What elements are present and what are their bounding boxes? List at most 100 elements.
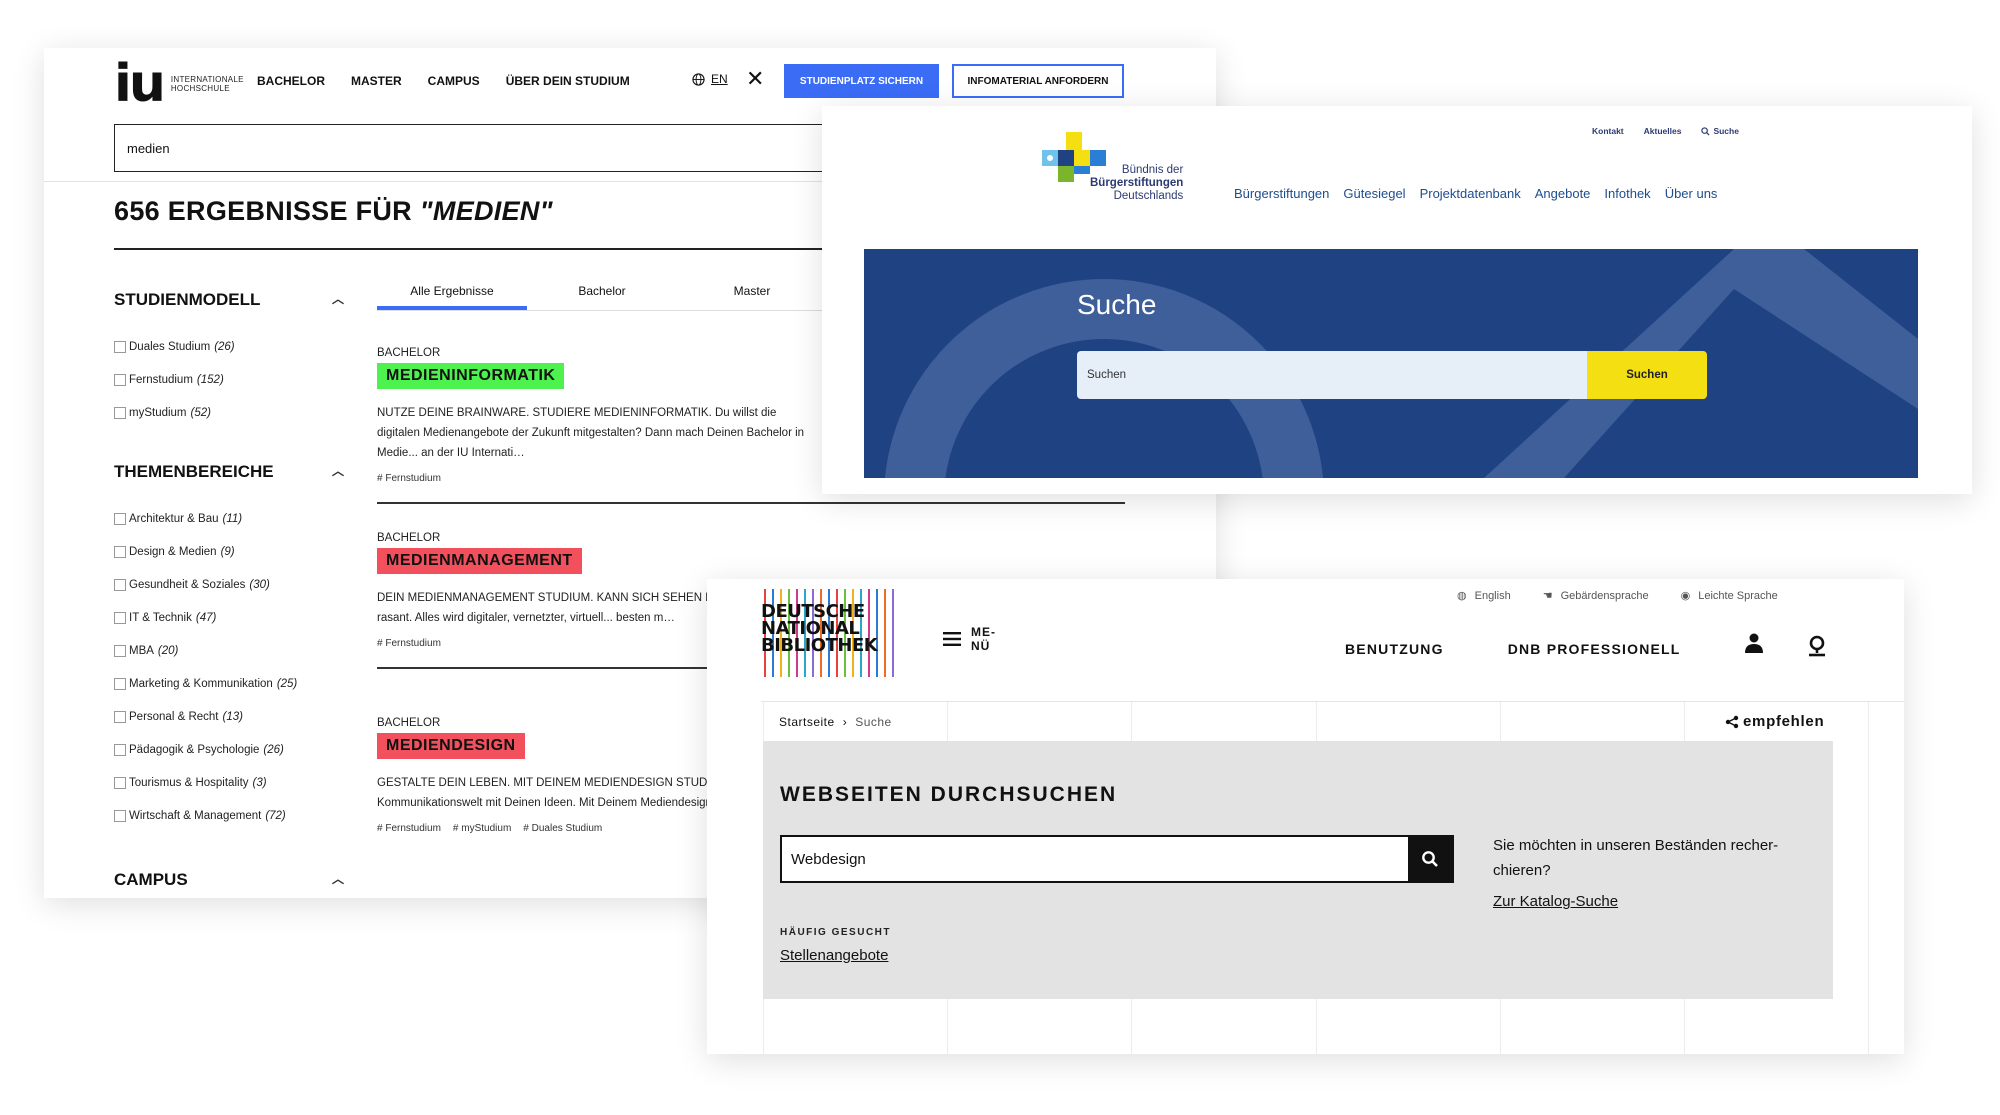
filter-option[interactable]: MBA (20) xyxy=(114,634,344,667)
filter-option[interactable]: Fernstudium (152) xyxy=(114,363,344,396)
search-submit-button[interactable] xyxy=(1408,837,1452,881)
share-button[interactable]: empfehlen xyxy=(1725,713,1824,730)
nav-projektdatenbank[interactable]: Projektdatenbank xyxy=(1420,186,1521,201)
close-icon[interactable]: ✕ xyxy=(746,66,764,92)
search-input[interactable]: Webdesign xyxy=(780,835,1454,883)
util-gebaerdensprache[interactable]: ☚ Gebärdensprache xyxy=(1542,589,1649,603)
filter-header[interactable]: CAMPUS ︿ xyxy=(114,870,344,890)
search-button[interactable]: Suchen xyxy=(1587,351,1707,399)
result-tag[interactable]: # Fernstudium xyxy=(377,638,441,649)
frequent-search-link[interactable]: Stellenangebote xyxy=(780,947,888,964)
checkbox[interactable] xyxy=(114,644,126,657)
catalog-hint: Sie möchten in unseren Beständen recher-… xyxy=(1493,837,1779,879)
util-kontakt[interactable]: Kontakt xyxy=(1592,126,1624,136)
filter-option[interactable]: Pädagogik & Psychologie (26) xyxy=(114,733,344,766)
nav-ueber-uns[interactable]: Über uns xyxy=(1665,186,1718,201)
filter-option-label: Marketing & Kommunikation xyxy=(129,677,273,690)
nav-campus[interactable]: CAMPUS xyxy=(428,74,480,88)
filter-option-label: Gesundheit & Soziales xyxy=(129,578,246,591)
filter-option[interactable]: Gesundheit & Soziales (30) xyxy=(114,568,344,601)
util-suche-label: Suche xyxy=(1713,126,1739,136)
filter-option[interactable]: Marketing & Kommunikation (25) xyxy=(114,667,344,700)
checkbox[interactable] xyxy=(114,406,126,419)
result-tag[interactable]: # myStudium xyxy=(453,823,511,834)
nav-master[interactable]: MASTER xyxy=(351,74,402,88)
util-suche[interactable]: Suche xyxy=(1701,126,1739,136)
checkbox[interactable] xyxy=(114,710,126,723)
results-query: "MEDIEN" xyxy=(419,196,553,226)
result-description: NUTZE DEINE BRAINWARE. STUDIERE MEDIENIN… xyxy=(377,407,805,459)
checkbox[interactable] xyxy=(114,776,126,789)
filter-header[interactable]: STUDIENMODELL ︿ xyxy=(114,290,344,310)
logo-line: BIBLIOTHEK xyxy=(761,635,878,656)
infomaterial-anfordern-button[interactable]: INFOMATERIAL ANFORDERN xyxy=(952,64,1124,98)
checkbox[interactable] xyxy=(114,677,126,690)
chevron-up-icon: ︿ xyxy=(331,292,344,306)
filter-option[interactable]: Duales Studium (26) xyxy=(114,330,344,363)
filter-option[interactable]: Tourismus & Hospitality (3) xyxy=(114,766,344,799)
result-title[interactable]: MEDIENDESIGN xyxy=(377,733,525,759)
util-aktuelles[interactable]: Aktuelles xyxy=(1644,126,1682,136)
checkbox[interactable] xyxy=(114,545,126,558)
studienplatz-sichern-button[interactable]: STUDIENPLATZ SICHERN xyxy=(784,64,939,98)
filter-option-count: (152) xyxy=(196,373,224,386)
checkbox[interactable] xyxy=(114,809,126,822)
util-leichte-sprache[interactable]: ◉ Leichte Sprache xyxy=(1681,589,1778,603)
language-switch[interactable]: EN xyxy=(692,72,728,86)
filter-option-label: Pädagogik & Psychologie xyxy=(129,743,260,756)
filter-option-count: (20) xyxy=(157,644,179,657)
util-label: Gebärdensprache xyxy=(1560,589,1649,602)
result-title[interactable]: MEDIENINFORMATIK xyxy=(377,363,565,389)
tab-bachelor[interactable]: Bachelor xyxy=(527,284,677,310)
nav-ueber-dein-studium[interactable]: ÜBER DEIN STUDIUM xyxy=(506,74,630,88)
util-english[interactable]: ◍ English xyxy=(1457,589,1511,603)
nav-buergerstiftungen[interactable]: Bürgerstiftungen xyxy=(1234,186,1329,201)
filter-option[interactable]: Architektur & Bau (11) xyxy=(114,502,344,535)
nav-infothek[interactable]: Infothek xyxy=(1604,186,1650,201)
nav-angebote[interactable]: Angebote xyxy=(1535,186,1591,201)
tab-master[interactable]: Master xyxy=(677,284,827,310)
logo-line: Bündnis der xyxy=(1121,164,1184,176)
filter-option-label: Wirtschaft & Management xyxy=(129,809,262,822)
nav-bachelor[interactable]: BACHELOR xyxy=(257,74,325,88)
filter-title: STUDIENMODELL xyxy=(114,290,261,309)
search-input[interactable]: Suchen xyxy=(1077,351,1587,399)
breadcrumb-home[interactable]: Startseite xyxy=(779,715,835,729)
filter-option[interactable]: myStudium (52) xyxy=(114,396,344,429)
breadcrumb-current: Suche xyxy=(855,715,892,729)
user-icon[interactable] xyxy=(1745,633,1763,653)
checkbox[interactable] xyxy=(114,373,126,386)
filter-option[interactable]: Design & Medien (9) xyxy=(114,535,344,568)
search-icon[interactable] xyxy=(1807,635,1827,657)
checkbox[interactable] xyxy=(114,611,126,624)
nav-guetesiegel[interactable]: Gütesiegel xyxy=(1343,186,1405,201)
header-divider xyxy=(761,701,1904,702)
filter-header[interactable]: THEMENBEREICHE ︿ xyxy=(114,462,344,482)
sign-language-icon: ☚ xyxy=(1542,590,1553,602)
nav-dnb-professionell[interactable]: DNB PROFESSIONELL xyxy=(1508,641,1681,657)
hamburger-icon xyxy=(943,632,961,646)
menu-button[interactable]: ME- NÜ xyxy=(943,625,996,653)
result-tag[interactable]: # Fernstudium xyxy=(377,473,441,484)
filter-option-label: IT & Technik xyxy=(129,611,192,624)
filter-title: THEMENBEREICHE xyxy=(114,462,274,481)
filter-option[interactable]: IT & Technik (47) xyxy=(114,601,344,634)
buergerstiftungen-logo-text: Bündnis der Bürgerstiftungen Deutschland… xyxy=(1090,164,1183,203)
result-title[interactable]: MEDIENMANAGEMENT xyxy=(377,548,582,574)
search-icon xyxy=(1701,126,1710,136)
logo-line: Deutschlands xyxy=(1113,190,1184,202)
katalog-search-link[interactable]: Zur Katalog-Suche xyxy=(1493,893,1618,910)
filter-option[interactable]: Personal & Recht (13) xyxy=(114,700,344,733)
nav-benutzung[interactable]: BENUTZUNG xyxy=(1345,641,1444,657)
iu-logo[interactable]: iu INTERNATIONALE HOCHSCHULE xyxy=(114,58,251,110)
filter-option-label: Tourismus & Hospitality xyxy=(129,776,249,789)
checkbox[interactable] xyxy=(114,512,126,525)
filter-option-count: (52) xyxy=(190,406,211,419)
checkbox[interactable] xyxy=(114,743,126,756)
result-tag[interactable]: # Fernstudium xyxy=(377,823,441,834)
checkbox[interactable] xyxy=(114,340,126,353)
result-tag[interactable]: # Duales Studium xyxy=(523,823,602,834)
tab-alle-ergebnisse[interactable]: Alle Ergebnisse xyxy=(377,284,527,310)
filter-option[interactable]: Wirtschaft & Management (72) xyxy=(114,799,344,832)
checkbox[interactable] xyxy=(114,578,126,591)
